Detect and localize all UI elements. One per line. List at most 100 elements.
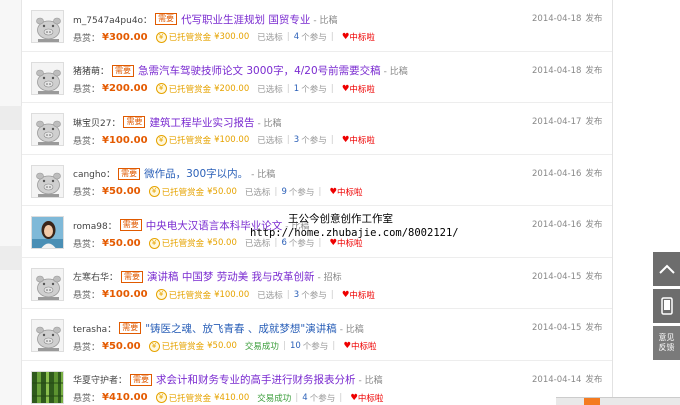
task-row: cangho： 需要 微作品，300字以内。 - 比稿 2014-04-16 发布… — [22, 155, 612, 206]
task-owner-name[interactable]: m_7547a4pu4o： — [73, 13, 152, 26]
participant-count[interactable]: 3 — [294, 290, 299, 300]
task-meta-line: 悬赏： ¥200.00 ¥ 已托管赏金 ¥200.00 已选标 | 1 个参与 … — [73, 82, 375, 96]
task-row: 左寒右华： 需要 演讲稿 中国梦 劳动美 我与改革创新 - 招标 2014-04… — [22, 258, 612, 309]
publish-date: 2014-04-17 发布 — [532, 117, 603, 127]
win-badge: 中标啦 — [350, 342, 377, 352]
mobile-button[interactable] — [653, 289, 680, 323]
task-title-line: cangho： 需要 微作品，300字以内。 - 比稿 — [73, 167, 275, 181]
gutter-band — [0, 106, 22, 130]
selection-status: 已选标 — [244, 187, 271, 198]
win-badge: 中标啦 — [349, 33, 375, 43]
bottom-toolbar-accent — [584, 398, 600, 405]
heart-icon: ♥ — [343, 341, 351, 351]
feedback-label: 意见 — [658, 333, 675, 342]
escrow-amount: ¥50.00 — [207, 341, 237, 351]
avatar[interactable] — [31, 370, 64, 404]
task-title-line: 左寒右华： 需要 演讲稿 中国梦 劳动美 我与改革创新 - 招标 — [73, 270, 342, 284]
escrow-label: 已托管赏金 — [161, 239, 205, 249]
participant-label: 个参与 — [288, 187, 315, 198]
reward-label: 悬赏： — [73, 85, 101, 95]
selection-status: 已选标 — [257, 136, 283, 146]
participant-count[interactable]: 3 — [294, 135, 299, 145]
task-owner-name[interactable]: roma98： — [73, 219, 117, 232]
participant-count[interactable]: 10 — [290, 341, 301, 351]
publish-date: 2014-04-18 发布 — [532, 65, 603, 76]
task-title-line: 琳宝贝27： 需要 建筑工程毕业实习报告 - 比稿 — [73, 115, 282, 129]
task-title-link[interactable]: 微作品，300字以内。 — [144, 166, 248, 181]
avatar[interactable] — [31, 10, 64, 43]
reward-label: 悬赏： — [73, 33, 101, 44]
task-title-link[interactable]: 代写职业生涯规划 国贸专业 — [181, 12, 310, 27]
need-tag: 需要 — [112, 64, 135, 77]
publish-date: 2014-04-16 发布 — [532, 220, 603, 230]
escrow-amount: ¥300.00 — [214, 32, 250, 42]
feedback-button[interactable]: 意见 反馈 — [653, 326, 680, 360]
win-badge: 中标啦 — [349, 84, 375, 95]
watermark-url: http://home.zhubajie.com/8002121/ — [250, 227, 459, 239]
escrow-label: 已托管赏金 — [161, 187, 205, 198]
content-divider — [612, 0, 613, 405]
heart-icon: ♥ — [329, 186, 338, 197]
avatar[interactable] — [31, 113, 64, 146]
divider: | — [295, 392, 299, 403]
task-owner-name[interactable]: 左寒右华： — [73, 270, 118, 283]
task-title-link[interactable]: 建筑工程毕业实习报告 — [149, 115, 254, 130]
participant-label: 个参与 — [309, 393, 336, 404]
gutter-band — [0, 246, 22, 270]
chevron-up-icon — [658, 264, 675, 274]
reward-label: 悬赏： — [73, 291, 101, 301]
avatar[interactable] — [31, 61, 64, 95]
reward-amount: ¥50.00 — [102, 340, 141, 352]
participant-count[interactable]: 4 — [302, 393, 307, 403]
need-tag: 需要 — [119, 322, 142, 334]
back-to-top-button[interactable] — [653, 252, 680, 286]
avatar[interactable] — [31, 267, 64, 301]
escrow-coin-icon: ¥ — [155, 83, 167, 94]
avatar[interactable] — [31, 164, 64, 198]
task-mode: - 比稿 — [383, 67, 408, 77]
participant-count[interactable]: 1 — [294, 84, 299, 94]
reward-label: 悬赏： — [73, 239, 101, 250]
participant-label: 个参与 — [301, 33, 327, 43]
task-title-link[interactable]: 求会计和财务专业的高手进行财务报表分析 — [156, 372, 356, 387]
win-badge: 中标啦 — [349, 136, 375, 146]
reward-amount: ¥50.00 — [102, 237, 141, 249]
avatar[interactable] — [31, 319, 64, 352]
task-title-link[interactable]: 演讲稿 中国梦 劳动美 我与改革创新 — [147, 269, 315, 284]
need-tag: 需要 — [121, 270, 144, 283]
reward-label: 悬赏： — [73, 136, 101, 147]
participant-count[interactable]: 9 — [281, 187, 286, 197]
publish-date: 2014-04-14 发布 — [532, 374, 603, 385]
task-owner-name[interactable]: 琳宝贝27： — [73, 116, 120, 129]
escrow-coin-icon: ¥ — [155, 134, 167, 146]
escrow-coin-icon: ¥ — [155, 289, 167, 300]
avatar[interactable] — [31, 216, 64, 249]
escrow-label: 已托管赏金 — [168, 33, 212, 43]
task-owner-name[interactable]: terasha： — [73, 322, 116, 335]
task-title-link[interactable]: "铸医之魂、放飞青春 、成就梦想"演讲稿 — [145, 321, 337, 336]
escrow-label: 已托管赏金 — [161, 342, 205, 352]
escrow-label: 已托管赏金 — [168, 290, 212, 301]
task-owner-name[interactable]: 华夏守护者： — [73, 373, 127, 386]
divider: | — [286, 32, 290, 42]
participant-count[interactable]: 4 — [294, 32, 299, 42]
task-owner-name[interactable]: 猪猪萌： — [73, 64, 109, 77]
participant-label: 个参与 — [301, 136, 327, 146]
escrow-coin-icon: ¥ — [148, 237, 160, 249]
task-meta-line: 悬赏： ¥410.00 ¥ 已托管赏金 ¥410.00 交易成功 | 4 个参与… — [73, 391, 383, 405]
selection-status: 已选标 — [257, 84, 283, 95]
task-mode: - 比稿 — [251, 170, 276, 180]
publish-date: 2014-04-18 发布 — [532, 14, 603, 24]
divider: | — [330, 289, 334, 300]
task-title-link[interactable]: 急需汽车驾驶技师论文 3000字，4/20号前需要交稿 — [138, 63, 381, 78]
task-meta-line: 悬赏： ¥100.00 ¥ 已托管赏金 ¥100.00 已选标 | 3 个参与 … — [73, 288, 375, 302]
heart-icon: ♥ — [341, 32, 350, 42]
feedback-label: 反馈 — [658, 343, 675, 352]
task-mode: - 比稿 — [358, 376, 383, 386]
selection-status: 交易成功 — [244, 342, 279, 352]
divider: | — [318, 186, 322, 197]
escrow-amount: ¥100.00 — [214, 135, 250, 145]
task-row: 琳宝贝27： 需要 建筑工程毕业实习报告 - 比稿 2014-04-17 发布 悬… — [22, 103, 612, 155]
reward-label: 悬赏： — [73, 342, 101, 353]
task-owner-name[interactable]: cangho： — [73, 167, 115, 180]
